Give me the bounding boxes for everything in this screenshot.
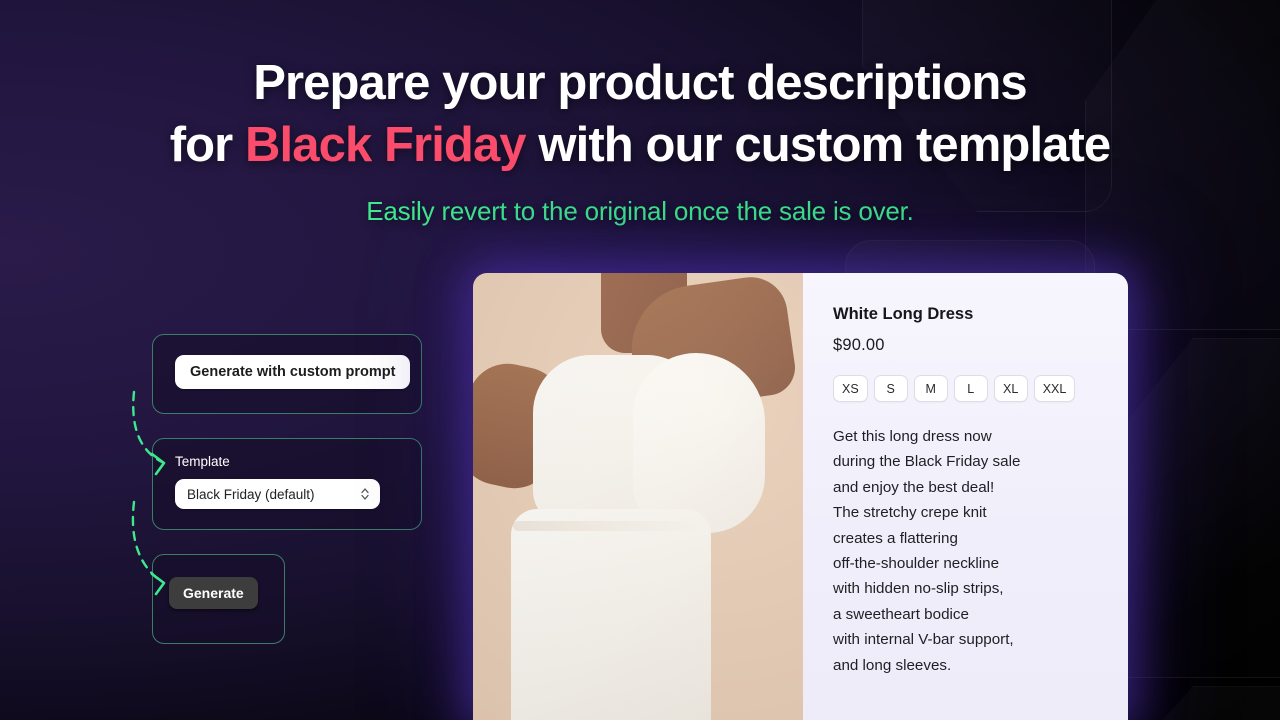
product-description: Get this long dress now during the Black … — [833, 424, 1102, 678]
product-title: White Long Dress — [833, 305, 974, 323]
description-line: Get this long dress now — [833, 428, 992, 445]
description-line: off-the-shoulder neckline — [833, 555, 1000, 573]
generate-button[interactable]: Generate — [169, 577, 258, 609]
size-chip-xs[interactable]: XS — [833, 375, 868, 402]
product-photo — [473, 273, 803, 720]
size-chip-s[interactable]: S — [873, 375, 908, 402]
headline-line-2: for Black Friday with our custom templat… — [0, 114, 1280, 176]
generate-card: Generate — [152, 554, 285, 644]
description-line: The stretchy crepe knit — [833, 504, 987, 522]
template-select[interactable]: Black Friday (default) — [175, 479, 380, 509]
description-line: creates a flattering — [833, 529, 958, 547]
template-select-value: Black Friday (default) — [187, 486, 315, 502]
description-line: and long sleeves. — [833, 656, 952, 674]
template-card: Template Black Friday (default) — [152, 438, 422, 530]
chevron-up-down-icon — [360, 485, 370, 503]
generate-with-custom-prompt-button[interactable]: Generate with custom prompt — [175, 355, 411, 389]
size-chip-l[interactable]: L — [953, 375, 988, 402]
custom-prompt-card: Generate with custom prompt — [152, 334, 422, 414]
headline-prefix: for — [169, 118, 246, 172]
size-chip-xxl[interactable]: XXL — [1033, 375, 1076, 402]
product-price: $90.00 — [833, 336, 885, 354]
description-line: with internal V-bar support, — [833, 631, 1014, 649]
page-title: Prepare your product descriptions for Bl… — [0, 52, 1280, 176]
product-info: White Long Dress $90.00 XS S M L XL XXL Get t… — [803, 273, 1128, 720]
description-line: during the Black Friday sale — [833, 453, 1021, 471]
size-chip-xl[interactable]: XL — [993, 375, 1028, 402]
size-selector: XS S M L XL XXL — [833, 375, 1102, 402]
headline-line-1: Prepare your product descriptions — [253, 56, 1027, 110]
headline-suffix: with our custom template — [525, 118, 1111, 172]
description-line: a sweetheart bodice — [833, 605, 969, 623]
product-preview-panel: White Long Dress $90.00 XS S M L XL XXL Get t… — [473, 273, 1128, 720]
headline-accent: Black Friday — [245, 118, 527, 172]
description-line: and enjoy the best deal! — [833, 478, 995, 496]
description-line: with hidden no-slip strips, — [833, 580, 1004, 598]
page-subtitle: Easily revert to the original once the s… — [366, 196, 914, 226]
generator-controls: Generate with custom prompt Template Bla… — [152, 334, 422, 644]
size-chip-m[interactable]: M — [913, 375, 948, 402]
template-label: Template — [175, 454, 230, 469]
